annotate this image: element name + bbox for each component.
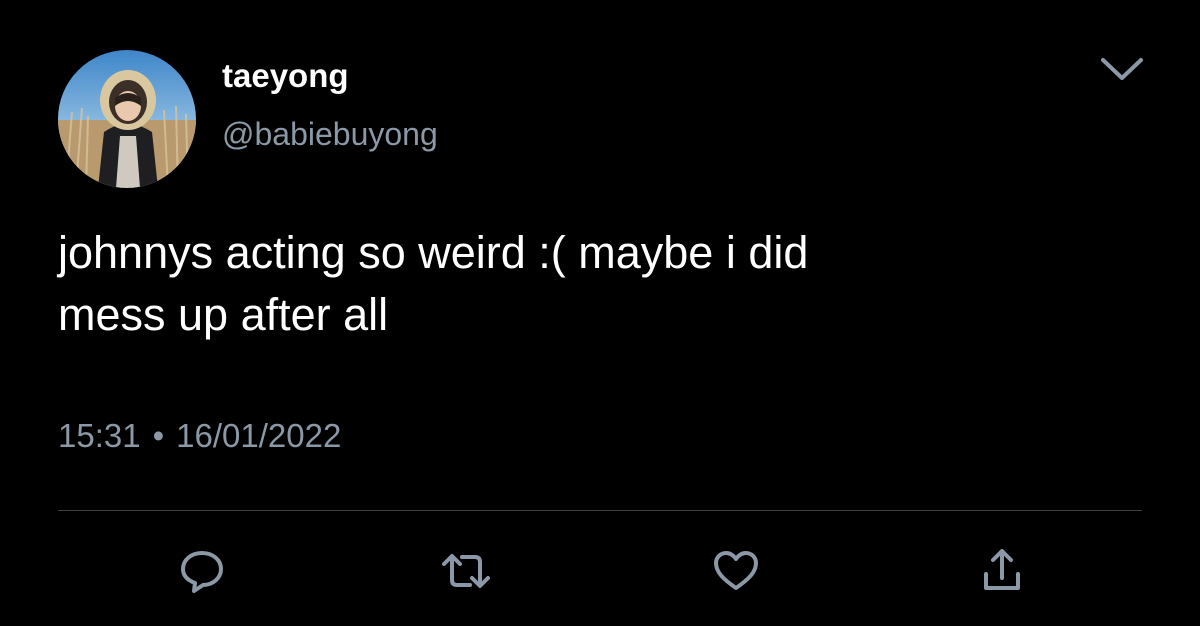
- retweet-arrows-icon: [440, 548, 492, 594]
- display-name[interactable]: taeyong: [222, 56, 349, 96]
- share-upload-icon: [978, 548, 1026, 594]
- tweet-timestamp[interactable]: 15:31 • 16/01/2022: [58, 414, 341, 458]
- separator-dot: •: [152, 417, 165, 454]
- speech-bubble-icon: [178, 548, 226, 594]
- share-button[interactable]: [976, 548, 1028, 594]
- chevron-down-icon[interactable]: [1098, 54, 1146, 84]
- divider: [58, 510, 1142, 511]
- like-button[interactable]: [710, 548, 762, 594]
- avatar[interactable]: [58, 50, 196, 188]
- profile-photo: [58, 50, 196, 188]
- tweet-card: taeyong @babiebuyong johnnys acting so w…: [0, 0, 1200, 626]
- retweet-button[interactable]: [440, 548, 492, 594]
- user-handle[interactable]: @babiebuyong: [222, 114, 438, 154]
- tweet-date: 16/01/2022: [176, 417, 342, 454]
- heart-icon: [711, 548, 761, 594]
- tweet-text: johnnys acting so weird :( maybe i did m…: [58, 227, 809, 340]
- tweet-time: 15:31: [58, 417, 141, 454]
- reply-button[interactable]: [176, 548, 228, 594]
